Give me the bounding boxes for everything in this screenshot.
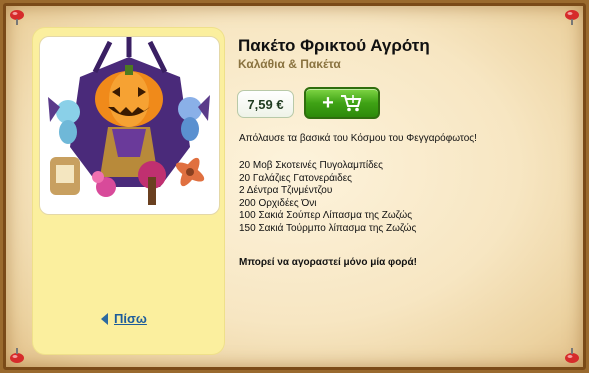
list-item: 20 Μοβ Σκοτεινές Πυγολαμπίδες [239, 160, 383, 171]
product-title: Πακέτο Φρικτού Αγρότη [238, 36, 430, 55]
back-link-label[interactable]: Πίσω [114, 311, 147, 326]
bundle-items-list: 20 Μοβ Σκοτεινές Πυγολαμπίδες 20 Γαλάζιε… [239, 160, 579, 236]
purchase-limit-note: Μπορεί να αγοραστεί μόνο μία φορά! [239, 257, 417, 268]
product-description: Απόλαυσε τα βασικά του Κόσμου του Φεγγαρ… [239, 133, 477, 144]
pushpin-icon [565, 10, 579, 25]
price-badge: 7,59 € [237, 90, 294, 118]
product-image [39, 36, 220, 215]
buy-button[interactable]: + [304, 87, 380, 119]
pushpin-icon [10, 348, 24, 363]
plus-icon: + [322, 92, 334, 114]
add-to-cart-icon [340, 95, 362, 112]
pushpin-icon [565, 348, 579, 363]
list-item: 100 Σακιά Σούπερ Λίπασμα της Ζωζώς [239, 210, 413, 222]
back-arrow-icon [101, 312, 108, 325]
shop-item-panel: Πίσω Πακέτο Φρικτού Αγρότη Καλάθια & Πακ… [3, 3, 586, 370]
pumpkin-farmer-bundle-image [48, 37, 210, 205]
product-image-panel: Πίσω [33, 28, 224, 354]
list-item: 150 Σακιά Τούρμπο λίπασμα της Ζωζώς [239, 222, 417, 234]
list-item: 2 Δέντρα Τζινμέντζου [239, 185, 333, 197]
pushpin-icon [10, 10, 24, 25]
back-link[interactable]: Πίσω [101, 311, 147, 326]
list-item: 200 Ορχιδέες Όνι [239, 197, 317, 209]
list-item: 20 Γαλάζιες Γατονεράιδες [239, 172, 352, 184]
product-category: Καλάθια & Πακέτα [238, 57, 341, 71]
